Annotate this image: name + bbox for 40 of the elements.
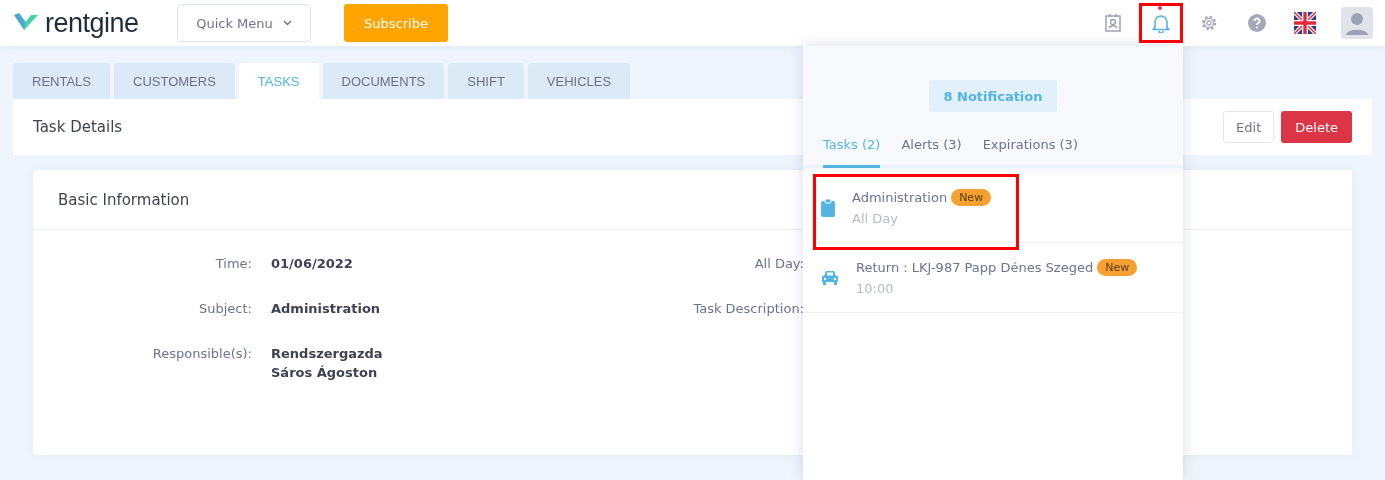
notification-title: Return : LKJ-987 Papp Dénes Szeged bbox=[856, 260, 1094, 275]
tab[interactable]: Alerts (3) bbox=[901, 137, 962, 168]
new-badge: New bbox=[951, 189, 992, 206]
logo-wordmark: rentgine bbox=[45, 9, 139, 37]
notification-item[interactable]: Return : LKJ-987 Papp Dénes Szeged New 10:00 bbox=[803, 243, 1183, 313]
tab[interactable]: RENTALS bbox=[13, 63, 110, 99]
delete-button[interactable]: Delete bbox=[1281, 111, 1352, 143]
field-value: Sáros Ágoston bbox=[271, 365, 379, 380]
page-title: Task Details bbox=[33, 118, 123, 136]
uk-flag-icon[interactable] bbox=[1294, 12, 1316, 34]
new-badge: New bbox=[1097, 259, 1138, 276]
field-label: Time: bbox=[214, 256, 252, 271]
settings-icon[interactable] bbox=[1200, 14, 1218, 32]
edit-button[interactable]: Edit bbox=[1223, 111, 1275, 143]
field-value: Rendszergazda bbox=[271, 346, 384, 361]
notification-time: 10:00 bbox=[856, 281, 895, 296]
tab[interactable]: DOCUMENTS bbox=[322, 63, 445, 99]
contact-card-icon[interactable] bbox=[1105, 14, 1121, 32]
car-icon bbox=[821, 270, 839, 285]
tab[interactable]: VEHICLES bbox=[527, 63, 631, 99]
field-label: All Day: bbox=[753, 256, 804, 271]
notification-item[interactable]: Administration New All Day bbox=[803, 173, 1183, 243]
chevron-down-icon bbox=[282, 20, 292, 26]
field-value: 01/06/2022 bbox=[271, 256, 354, 271]
field-label: Responsible(s): bbox=[151, 346, 252, 363]
notification-time: All Day bbox=[852, 211, 899, 226]
tab[interactable]: Tasks (2) bbox=[823, 137, 881, 168]
quick-menu-button[interactable]: Quick Menu bbox=[177, 4, 311, 42]
field-label: Task Description: bbox=[692, 301, 804, 316]
bell-icon[interactable] bbox=[1152, 13, 1170, 33]
field-value: Administration bbox=[271, 301, 382, 316]
tab[interactable]: TASKS bbox=[238, 63, 319, 99]
notification-count: 8 Notification bbox=[929, 80, 1057, 112]
tab[interactable]: CUSTOMERS bbox=[114, 63, 235, 99]
help-icon[interactable] bbox=[1248, 14, 1266, 32]
notification-title: Administration bbox=[852, 190, 948, 205]
tab[interactable]: SHIFT bbox=[448, 63, 524, 99]
clipboard-icon bbox=[821, 198, 835, 217]
tab[interactable]: Expirations (3) bbox=[982, 137, 1078, 168]
field-label: Subject: bbox=[198, 301, 252, 316]
